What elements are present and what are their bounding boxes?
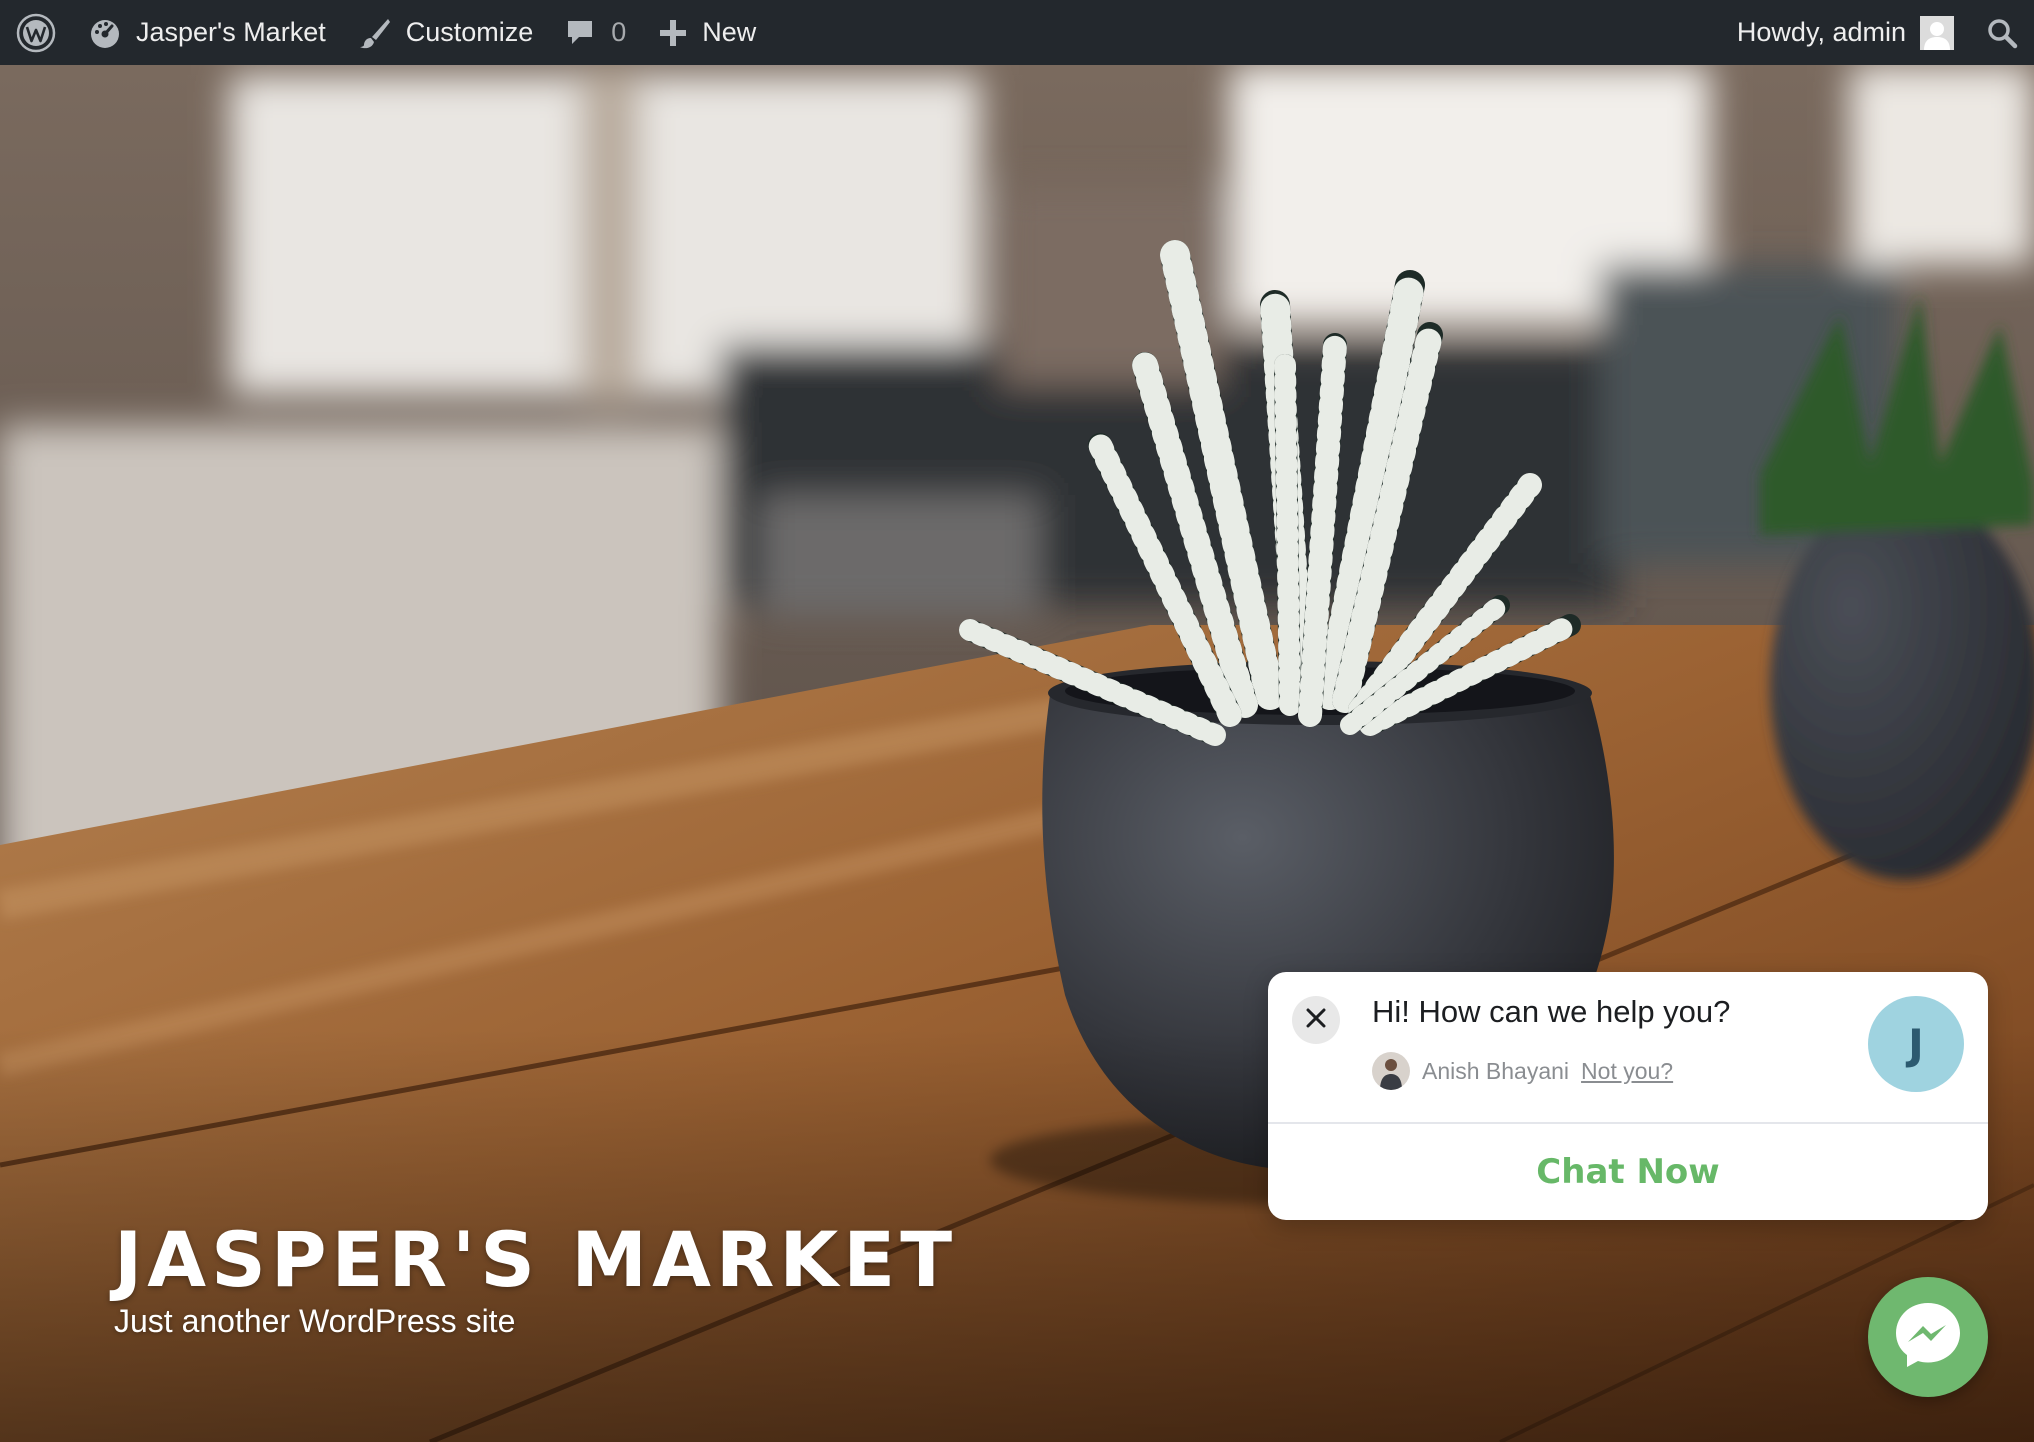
close-icon bbox=[1305, 1007, 1327, 1034]
user-name: Anish Bhayani bbox=[1422, 1057, 1570, 1084]
chat-greeting-text: Hi! How can we help you? bbox=[1372, 994, 1731, 1029]
user-avatar-icon bbox=[1920, 15, 1954, 50]
close-popup-button[interactable] bbox=[1292, 996, 1340, 1044]
site-tagline: Just another WordPress site bbox=[114, 1303, 516, 1339]
comments-link[interactable]: 0 bbox=[549, 0, 642, 65]
user-photo-avatar bbox=[1372, 1052, 1410, 1090]
page-avatar: J bbox=[1868, 996, 1964, 1092]
customize-link[interactable]: Customize bbox=[342, 0, 550, 65]
site-title[interactable]: JASPER'S MARKET bbox=[114, 1215, 957, 1304]
wordpress-menu[interactable] bbox=[0, 0, 72, 65]
site-name-menu[interactable]: Jasper's Market bbox=[72, 0, 342, 65]
not-you-link[interactable]: Not you? bbox=[1581, 1058, 1673, 1085]
my-account-menu[interactable]: Howdy, admin bbox=[1721, 0, 1970, 65]
howdy-label: Howdy, admin bbox=[1736, 17, 1906, 47]
new-content-menu[interactable]: New bbox=[642, 0, 772, 65]
brush-icon bbox=[358, 16, 392, 50]
dashboard-icon bbox=[88, 16, 122, 50]
customize-label: Customize bbox=[405, 17, 534, 47]
search-icon bbox=[1986, 17, 2018, 49]
plus-icon bbox=[658, 18, 688, 48]
header-hero: JASPER'S MARKET Just another WordPress s… bbox=[0, 65, 2034, 1442]
logged-in-user-row: Anish Bhayani Not you? bbox=[1372, 1052, 1673, 1090]
site-name-label: Jasper's Market bbox=[136, 17, 326, 47]
messenger-chat-button[interactable] bbox=[1868, 1277, 1988, 1397]
comment-icon bbox=[565, 17, 597, 49]
comments-count: 0 bbox=[611, 17, 627, 47]
search-button[interactable] bbox=[1970, 0, 2034, 65]
wordpress-logo-icon bbox=[16, 13, 56, 53]
new-label: New bbox=[702, 17, 757, 47]
chat-greeting-popup: Hi! How can we help you? Anish Bhayani N… bbox=[1268, 972, 1988, 1220]
admin-bar: Jasper's Market Customize 0 New Howdy, a… bbox=[0, 0, 2034, 65]
chat-now-button[interactable]: Chat Now bbox=[1268, 1124, 1988, 1220]
messenger-icon bbox=[1890, 1297, 1966, 1378]
